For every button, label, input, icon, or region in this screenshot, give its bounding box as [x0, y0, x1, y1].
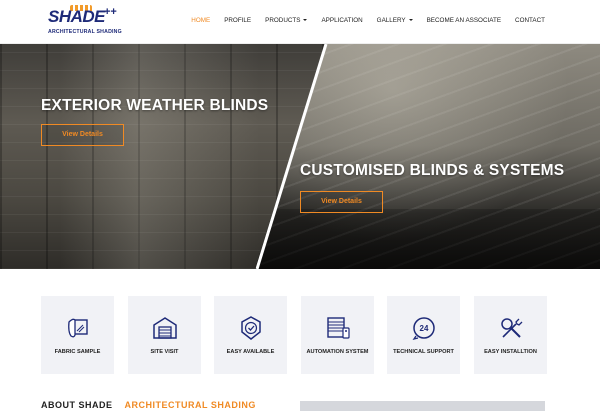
chevron-down-icon: [408, 19, 413, 22]
feature-card-site-visit[interactable]: SITE VISIT: [128, 296, 201, 374]
garage-icon: [153, 317, 177, 339]
view-details-button-right[interactable]: View Details: [300, 191, 383, 213]
feature-card-easy-installation[interactable]: EASY INSTALLTION: [474, 296, 547, 374]
logo-tagline: ARCHITECTURAL SHADING: [48, 29, 122, 35]
feature-card-fabric-sample[interactable]: FABRIC SAMPLE: [41, 296, 114, 374]
nav-profile[interactable]: PROFILE: [224, 17, 251, 24]
nav-home[interactable]: HOME: [191, 17, 210, 24]
feature-label: EASY AVAILABLE: [226, 349, 275, 355]
feature-label: TECHNICAL SUPPORT: [393, 349, 454, 355]
tools-icon: [501, 318, 523, 338]
view-details-button-left[interactable]: View Details: [41, 124, 124, 146]
nav-application[interactable]: APPLICATION: [321, 17, 362, 24]
feature-label: SITE VISIT: [150, 349, 179, 355]
nav-home-label: HOME: [191, 17, 211, 24]
about-heading: ABOUT SHADE ARCHITECTURAL SHADING: [41, 400, 256, 410]
nav-profile-label: PROFILE: [224, 17, 252, 24]
nav-become-associate-label: BECOME AN ASSOCIATE: [426, 17, 502, 24]
support-24-icon: 24: [412, 317, 435, 341]
about-heading-part2: ARCHITECTURAL SHADING: [124, 400, 256, 410]
about-heading-part1: ABOUT SHADE: [41, 400, 113, 410]
nav-application-label: APPLICATION: [321, 17, 363, 24]
main-nav: HOME PROFILE PRODUCTS APPLICATION GALLER…: [177, 17, 545, 24]
chevron-down-icon: [303, 19, 308, 22]
nav-become-associate[interactable]: BECOME AN ASSOCIATE: [427, 17, 501, 24]
feature-label: FABRIC SAMPLE: [54, 349, 101, 355]
blinds-remote-icon: [327, 317, 350, 339]
features-row: FABRIC SAMPLE SITE VISIT EASY AVAILABLE …: [41, 296, 547, 374]
feature-card-automation-system[interactable]: AUTOMATION SYSTEM: [301, 296, 374, 374]
logo-brand-text: SHADE: [48, 7, 106, 26]
nav-products-label: PRODUCTS: [265, 17, 301, 24]
hero-diagonal-divider: [255, 44, 328, 269]
hero-title-left: EXTERIOR WEATHER BLINDS: [41, 97, 269, 114]
nav-contact[interactable]: CONTACT: [515, 17, 545, 24]
logo-plus-text: ++: [104, 6, 117, 18]
nav-gallery[interactable]: GALLERY: [377, 17, 413, 24]
svg-text:24: 24: [420, 324, 429, 333]
feature-label: AUTOMATION SYSTEM: [306, 349, 369, 355]
about-image: [300, 401, 545, 411]
site-header: SHADE ++ ARCHITECTURAL SHADING HOME PROF…: [0, 0, 600, 44]
nav-gallery-label: GALLERY: [376, 17, 406, 24]
nav-contact-label: CONTACT: [515, 17, 545, 24]
feature-card-technical-support[interactable]: 24 TECHNICAL SUPPORT: [387, 296, 460, 374]
hero-title-right: CUSTOMISED BLINDS & SYSTEMS: [300, 162, 565, 179]
feature-label: EASY INSTALLTION: [484, 349, 537, 355]
site-logo[interactable]: SHADE ++ ARCHITECTURAL SHADING: [48, 5, 128, 39]
feature-card-easy-available[interactable]: EASY AVAILABLE: [214, 296, 287, 374]
hero-slider: EXTERIOR WEATHER BLINDS View Details CUS…: [0, 44, 600, 269]
fabric-sample-icon: [68, 318, 88, 338]
badge-check-icon: [241, 316, 261, 340]
nav-products[interactable]: PRODUCTS: [265, 17, 308, 24]
